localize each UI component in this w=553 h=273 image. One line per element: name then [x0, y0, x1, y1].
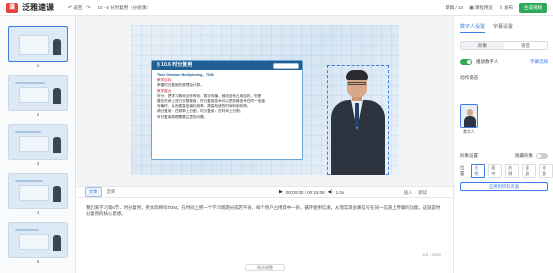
tab-subtitle[interactable]: 字幕设置 — [493, 23, 513, 33]
slide-sidebar: 1 2 3 4 5 — [0, 16, 76, 273]
slide-thumb-3[interactable]: 3 — [8, 124, 68, 166]
digital-presenter[interactable] — [331, 67, 385, 175]
play-icon[interactable]: ▶ — [279, 189, 283, 195]
voice-action-link[interactable]: 字幕选择 — [530, 59, 548, 65]
slide-thumb-number: 3 — [36, 161, 40, 166]
position-chip[interactable]: 右侧 — [505, 164, 520, 178]
slide-thumb-4[interactable]: 4 — [8, 173, 68, 215]
tab-digital-person[interactable]: 数字人设置 — [460, 23, 486, 33]
slide-card-body: Time Division Multiplexing，TDM 教学目标 掌握时分… — [152, 70, 302, 123]
document-title: 10 - 6 分时复用（分组课） — [97, 4, 151, 10]
playback-controls: ▶ 00:00:00 / 00:15:06 ◀) 1.0x — [279, 189, 344, 195]
volume-icon[interactable]: ◀) — [328, 189, 333, 195]
presenter-toggle[interactable] — [460, 59, 472, 65]
player-bar: 文本 音频 ▶ 00:00:00 / 00:15:06 ◀) 1.0x 插入 朗… — [77, 186, 453, 198]
redo-icon: ↷ — [86, 4, 91, 11]
position-chip[interactable]: 半身 — [539, 164, 553, 178]
playback-time: 00:00:00 / 00:15:06 — [285, 189, 325, 195]
position-chip[interactable]: 全身 — [522, 164, 537, 178]
resize-handle[interactable]: 拖动调整 — [245, 264, 285, 271]
insert-button[interactable]: 插入 — [404, 190, 413, 196]
position-row: 位置 左侧 居中 右侧 全身 半身 — [460, 164, 553, 178]
section-pose: 动作姿态 — [460, 75, 479, 80]
slide-thumb-number: 1 — [36, 63, 40, 68]
position-chip[interactable]: 左侧 — [471, 164, 486, 178]
tab-script[interactable]: 文本 — [85, 187, 102, 197]
slide-thumb-image — [8, 222, 68, 258]
redo-button[interactable]: ↷ — [86, 5, 91, 11]
slide-thumb-2[interactable]: 2 — [8, 75, 68, 117]
app-root: 课 泛雅速课 ↶ 返回 ↷ 10 - 6 分时复用（分组课） 草稿 / 10 ▣… — [0, 0, 553, 273]
slide-thumb-number: 5 — [36, 259, 40, 264]
preview-button[interactable]: ▣ 课程预览 — [469, 5, 493, 11]
script-editor[interactable]: 我们来学习第6节，时分复用，英文简称叫TDM。在时间上把一个学习周期分成若干份，… — [77, 199, 453, 264]
read-button[interactable]: 朗读 — [418, 190, 427, 196]
logo-mark-icon: 课 — [6, 2, 18, 13]
voice-label: 播放数字人 — [476, 59, 499, 64]
publish-icon: ⇪ — [498, 5, 503, 11]
hide-label: 隐藏形象 — [515, 153, 533, 158]
slide-canvas[interactable]: § 10.6 时分复用 Time Division Multiplexing，T… — [131, 25, 399, 175]
position-label: 位置 — [460, 165, 465, 176]
publish-button[interactable]: ⇪ 发布 — [499, 5, 513, 11]
display-row: 形象设置 隐藏形象 — [460, 153, 548, 159]
publish-label: 发布 — [504, 5, 513, 10]
top-bar: 课 泛雅速课 ↶ 返回 ↷ 10 - 6 分时复用（分组课） 草稿 / 10 ▣… — [0, 0, 553, 16]
slide-thumb-image — [8, 26, 68, 62]
slide-thumb-image — [8, 173, 68, 209]
logo-text: 泛雅速课 — [22, 3, 54, 12]
back-label: 返回 — [73, 4, 83, 10]
avatar-option[interactable] — [460, 104, 478, 128]
player-extras: 插入 朗读 — [404, 190, 427, 196]
slide-thumb-1[interactable]: 1 — [8, 26, 68, 68]
save-status: 草稿 / 10 — [445, 5, 464, 10]
hide-presenter-toggle[interactable] — [536, 153, 548, 159]
top-actions: 草稿 / 10 ▣ 课程预览 ⇪ 发布 生成视频 — [445, 3, 547, 13]
mode-segment: 形象 语音 — [460, 41, 548, 50]
slide-thumb-number: 2 — [36, 112, 40, 117]
speed-selector[interactable]: 1.0x — [336, 190, 345, 195]
back-arrow-icon: ↶ — [68, 4, 73, 11]
segment-voice[interactable]: 语音 — [504, 42, 547, 49]
slide-thumb-number: 4 — [36, 210, 40, 215]
voice-row: 播放数字人 字幕选择 — [460, 59, 548, 65]
script-text[interactable]: 我们来学习第6节，时分复用，英文简称叫TDM。在时间上把一个学习周期分成若干份，… — [86, 205, 444, 217]
back-button[interactable]: ↶ 返回 — [68, 5, 82, 11]
slide-logo-badge — [273, 63, 299, 69]
slide-body-line: 时分复用原理需要注意的问题。 — [157, 114, 208, 119]
size-label: 形象设置 — [460, 153, 478, 158]
char-count: 101 / 3000 — [422, 252, 441, 257]
settings-tabs: 数字人设置 字幕设置 — [454, 16, 553, 33]
slide-thumb-5[interactable]: 5 — [8, 222, 68, 264]
slide-thumb-image — [8, 124, 68, 160]
generate-video-button[interactable]: 生成视频 — [519, 3, 547, 13]
slide-thumb-image — [8, 75, 68, 111]
canvas-area: § 10.6 时分复用 Time Division Multiplexing，T… — [77, 16, 453, 186]
preview-label: 课程预览 — [474, 5, 493, 10]
segment-image[interactable]: 形象 — [461, 42, 504, 49]
logo: 课 泛雅速课 — [6, 2, 54, 13]
slide-content-card[interactable]: § 10.6 时分复用 Time Division Multiplexing，T… — [151, 60, 303, 160]
avatar-name: 数字人 — [463, 130, 475, 134]
settings-panel: 数字人设置 字幕设置 形象 语音 播放数字人 字幕选择 动作姿态 数字人 形象设… — [453, 16, 553, 273]
preview-icon: ▣ — [469, 5, 474, 11]
position-chip[interactable]: 居中 — [488, 164, 503, 178]
tab-audio[interactable]: 音频 — [104, 188, 119, 196]
apply-all-button[interactable]: 应用到所有页面 — [460, 182, 548, 191]
